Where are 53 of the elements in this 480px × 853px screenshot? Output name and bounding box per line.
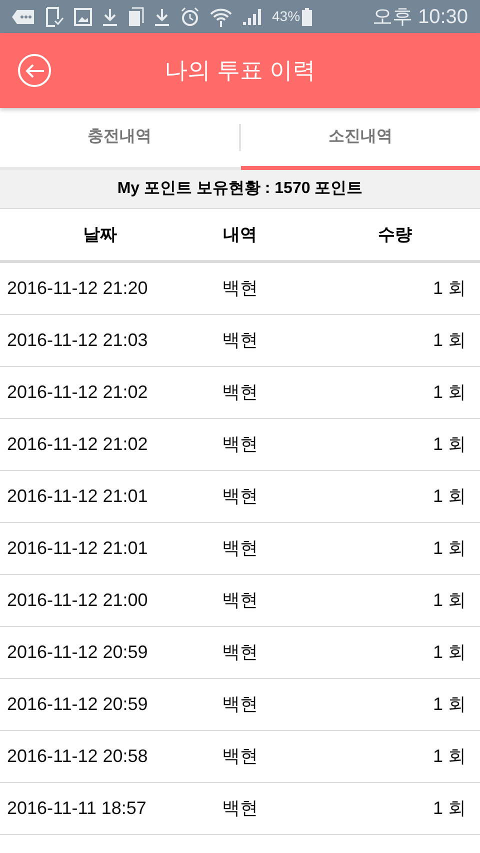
download-icon <box>154 8 170 26</box>
amount-cell-text: 1 회 <box>432 797 467 820</box>
wifi-icon <box>210 6 232 26</box>
date-cell-text: 2016-11-12 20:59 <box>6 641 149 664</box>
column-header: 내역 <box>222 224 258 246</box>
amount-cell-text: 1 회 <box>432 277 467 300</box>
item-cell-text: 백현 <box>221 693 259 716</box>
date-cell-text: 2016-11-12 21:01 <box>6 485 149 508</box>
back-button[interactable] <box>18 54 51 87</box>
item-cell-text: 백현 <box>221 329 259 352</box>
item-cell-text: 백현 <box>221 381 259 404</box>
date-cell-text: 2016-11-11 18:57 <box>6 797 148 820</box>
date-cell-text: 2016-11-12 20:58 <box>6 745 149 768</box>
date-cell-text: 2016-11-12 21:02 <box>6 381 149 404</box>
date-cell-text: 2016-11-12 20:59 <box>6 693 149 716</box>
amount-cell-text: 1 회 <box>432 693 467 716</box>
screen-title: 나의 투표 이력 <box>164 56 316 86</box>
date-cell-text: 2016-11-12 21:02 <box>6 433 149 456</box>
copy-icon <box>128 6 144 26</box>
image-icon <box>74 8 92 26</box>
tab[interactable]: 충전내역 <box>0 108 239 170</box>
column-header: 수량 <box>377 224 413 246</box>
amount-cell-text: 1 회 <box>432 485 467 508</box>
signal-icon <box>242 8 262 26</box>
amount-cell-text: 1 회 <box>432 745 467 768</box>
document-icon <box>46 6 64 26</box>
amount-cell-text: 1 회 <box>432 433 467 456</box>
item-cell-text: 백현 <box>221 745 259 768</box>
battery-icon <box>302 8 312 26</box>
item-cell-text: 백현 <box>221 433 259 456</box>
item-cell-text: 백현 <box>221 485 259 508</box>
item-cell-text: 백현 <box>221 277 259 300</box>
amount-cell-text: 1 회 <box>432 641 467 664</box>
date-cell-text: 2016-11-12 21:20 <box>6 277 149 300</box>
date-cell-text: 2016-11-12 21:00 <box>6 589 149 612</box>
chat-icon <box>12 8 36 24</box>
item-cell-text: 백현 <box>221 641 259 664</box>
alarm-clock-icon <box>180 6 200 26</box>
back-arrow-icon <box>24 62 44 78</box>
amount-cell-text: 1 회 <box>432 537 467 560</box>
item-cell-text: 백현 <box>221 589 259 612</box>
item-cell-text: 백현 <box>221 537 259 560</box>
clock-time: 오후 10:30 <box>372 4 468 30</box>
column-header: 날짜 <box>82 224 118 246</box>
date-cell-text: 2016-11-12 21:03 <box>6 329 149 352</box>
battery-percentage: 43% <box>272 7 300 26</box>
download-icon <box>102 8 118 26</box>
amount-cell-text: 1 회 <box>432 589 467 612</box>
amount-cell-text: 1 회 <box>432 381 467 404</box>
item-cell-text: 백현 <box>221 797 259 820</box>
amount-cell-text: 1 회 <box>432 329 467 352</box>
points-summary: My 포인트 보유현황 : 1570 포인트 <box>0 170 480 209</box>
date-cell-text: 2016-11-12 21:01 <box>6 537 149 560</box>
